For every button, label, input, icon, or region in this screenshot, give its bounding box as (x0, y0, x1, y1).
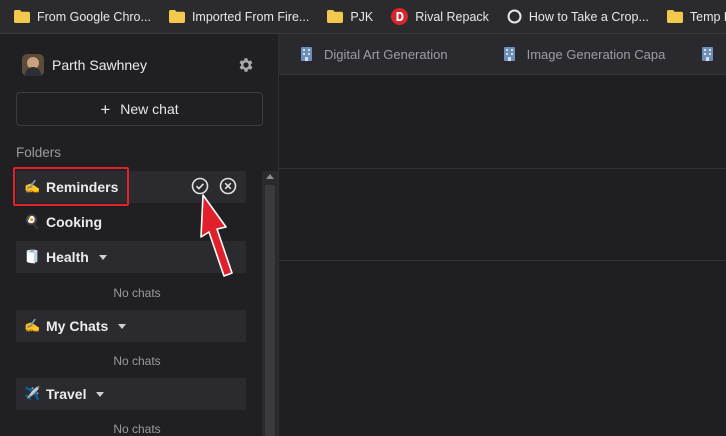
folder-icon (666, 10, 683, 23)
gear-icon[interactable] (237, 56, 255, 74)
highlight-box (13, 167, 129, 206)
folder-travel[interactable]: ✈️ Travel (16, 378, 246, 410)
folder-icon (14, 10, 30, 23)
tab-digital-art-generation[interactable]: Digital Art Generation (299, 46, 448, 62)
folder-my-chats[interactable]: ✍️ My Chats (16, 310, 246, 342)
chat-main-area (279, 75, 726, 436)
empty-folder-text: No chats (113, 354, 161, 368)
folders-heading: Folders (16, 145, 62, 160)
bookmark-pjk[interactable]: PJK (327, 10, 373, 24)
bookmark-rival-repack[interactable]: Rival Repack (391, 8, 489, 25)
annotation-arrow-icon (200, 194, 233, 277)
folder-emoji-icon: ✍️ (24, 318, 41, 333)
bookmark-from-google-chrome[interactable]: From Google Chro... (14, 10, 151, 24)
bookmark-label: From Google Chro... (37, 9, 151, 24)
bookmarks-bar: From Google Chro... Imported From Fire..… (0, 0, 726, 34)
bookmark-how-to-take-a-crop[interactable]: How to Take a Crop... (507, 9, 649, 24)
folder-emoji-icon: ✈️ (24, 386, 41, 401)
user-profile[interactable]: Parth Sawhney (22, 54, 147, 76)
scroll-up-arrow-icon[interactable] (266, 174, 274, 179)
tab-image-generation-capabilities[interactable]: Image Generation Capabilities (502, 46, 666, 62)
bookmark-imported-from-firefox[interactable]: Imported From Fire... (168, 9, 310, 24)
folder-label: Cooking (46, 214, 102, 230)
divider (279, 260, 726, 261)
bookmark-label: Imported From Fire... (191, 9, 310, 24)
cooking-icon: 🍳 (24, 214, 41, 229)
folder-label: My Chats (46, 318, 109, 334)
avatar (22, 54, 44, 76)
scrollbar[interactable] (262, 171, 278, 436)
bookmark-label: Temp Bookmarks (689, 9, 726, 24)
chat-tabs: Digital Art Generation Image Generation … (279, 34, 726, 75)
building-icon (299, 46, 314, 62)
bookmark-temp-bookmarks[interactable]: Temp Bookmarks (666, 9, 726, 24)
tab-label: Image Generation Capabilities (526, 46, 666, 62)
divider (279, 168, 726, 169)
tab-partial[interactable] (700, 46, 725, 62)
empty-folder-text: No chats (113, 286, 161, 300)
circle-icon (507, 9, 522, 24)
new-chat-button[interactable]: + New chat (16, 92, 263, 126)
plus-icon: + (100, 99, 111, 119)
tab-label: Digital Art Generation (324, 46, 448, 62)
rival-repack-icon (391, 8, 409, 25)
building-icon (700, 46, 715, 62)
folder-label: Health (46, 249, 89, 265)
caret-down-icon (98, 254, 107, 260)
scroll-thumb[interactable] (265, 185, 275, 436)
folder-icon (327, 10, 344, 23)
bookmark-label: Rival Repack (415, 9, 489, 24)
user-name: Parth Sawhney (52, 57, 147, 73)
caret-down-icon (118, 323, 127, 329)
bookmark-label: PJK (350, 9, 374, 24)
caret-down-icon (96, 391, 105, 397)
empty-folder-text: No chats (113, 422, 161, 436)
building-icon (502, 46, 517, 62)
bookmark-label: How to Take a Crop... (528, 9, 649, 24)
folder-label: Travel (46, 386, 87, 402)
folder-icon (168, 10, 185, 23)
folder-emoji-icon: 🧻 (24, 249, 41, 264)
new-chat-label: New chat (120, 101, 179, 117)
